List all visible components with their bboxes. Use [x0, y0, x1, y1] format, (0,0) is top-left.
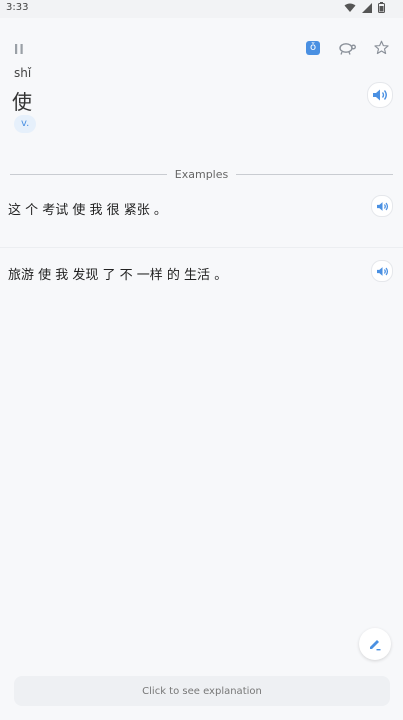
wifi-icon — [344, 3, 356, 12]
edit-button[interactable] — [359, 628, 391, 660]
example-item[interactable]: 这 个 考试 使 我 很 紧张 。 — [0, 193, 403, 248]
speaker-icon — [376, 266, 388, 276]
speaker-icon — [376, 201, 388, 211]
see-explanation-button[interactable]: Click to see explanation — [14, 676, 390, 706]
example-audio-button[interactable] — [371, 195, 393, 217]
examples-label: Examples — [174, 167, 229, 181]
battery-icon — [378, 2, 385, 13]
divider-line-left — [10, 173, 167, 175]
pinyin-toggle-icon[interactable]: ǒ — [306, 40, 320, 55]
part-of-speech-badge: v. — [14, 115, 37, 133]
word-pinyin: shǐ — [14, 66, 32, 80]
example-sentence: 这 个 考试 使 我 很 紧张 。 — [8, 203, 167, 218]
top-right-actions: ǒ — [306, 40, 389, 55]
signal-icon — [362, 2, 372, 13]
word-audio-button[interactable] — [367, 82, 393, 108]
status-bar: 3:33 — [0, 0, 403, 18]
status-time: 3:33 — [6, 2, 29, 13]
example-item[interactable]: 旅游 使 我 发现 了 不 一样 的 生活 。 — [0, 258, 403, 298]
word-hanzi: 使 — [12, 90, 32, 114]
pause-icon[interactable] — [12, 42, 26, 56]
examples-divider: Examples — [10, 166, 394, 182]
speaker-icon — [373, 89, 387, 101]
star-icon[interactable] — [374, 40, 389, 55]
turtle-slow-icon[interactable] — [338, 41, 356, 55]
divider-line-right — [236, 173, 394, 175]
top-controls: ǒ — [0, 36, 403, 66]
example-audio-button[interactable] — [371, 260, 393, 282]
status-icons — [344, 2, 385, 13]
pencil-icon — [370, 640, 381, 651]
example-sentence: 旅游 使 我 发现 了 不 一样 的 生活 。 — [8, 268, 228, 283]
